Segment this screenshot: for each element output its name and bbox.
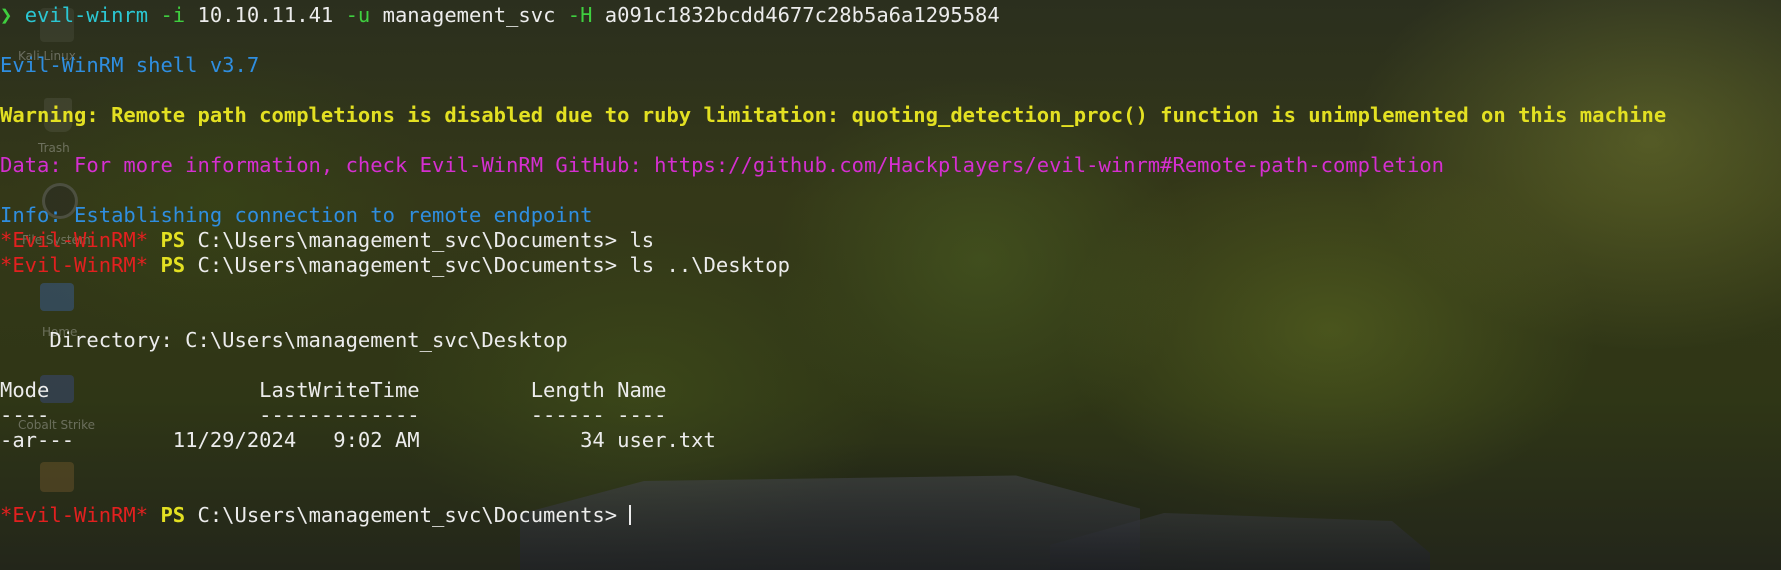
prompt-line: *Evil-WinRM* PS C:\Users\management_svc\…: [0, 253, 1666, 303]
ps-label: PS: [160, 253, 186, 277]
prompt-symbol: ❯: [0, 3, 13, 27]
shell-label: *Evil-WinRM*: [0, 228, 149, 252]
terminal-output: ❯ evil-winrm -i 10.10.11.41 -u managemen…: [0, 3, 1666, 528]
listing-separator: ---- ------------- ------ ----: [0, 403, 667, 427]
command-line: ❯ evil-winrm -i 10.10.11.41 -u managemen…: [0, 3, 1666, 53]
shell-label: *Evil-WinRM*: [0, 503, 149, 527]
info-line: Info: Establishing connection to remote …: [0, 203, 593, 227]
flag-ip: -i: [160, 3, 186, 27]
ps-label: PS: [160, 228, 186, 252]
listing-row: -ar--- 11/29/2024 9:02 AM 34 user.txt: [0, 428, 716, 452]
ntlm-hash: a091c1832bcdd4677c28b5a6a1295584: [604, 3, 1000, 27]
flag-user: -u: [345, 3, 371, 27]
data-line: Data: For more information, check Evil-W…: [0, 153, 1445, 177]
prompt-line: *Evil-WinRM* PS C:\Users\management_svc\…: [0, 228, 1666, 253]
prompt-path: C:\Users\management_svc\Documents>: [197, 253, 618, 277]
ps-label: PS: [160, 503, 186, 527]
text-cursor[interactable]: [629, 505, 632, 525]
active-prompt-line[interactable]: *Evil-WinRM* PS C:\Users\management_svc\…: [0, 503, 1666, 528]
prompt-path: C:\Users\management_svc\Documents>: [197, 228, 618, 252]
shell-label: *Evil-WinRM*: [0, 253, 149, 277]
command-text: ls: [629, 228, 655, 252]
banner-line: Evil-WinRM shell v3.7: [0, 53, 260, 77]
target-ip: 10.10.11.41: [197, 3, 334, 27]
command-text: ls ..\Desktop: [629, 253, 790, 277]
prompt-path: C:\Users\management_svc\Documents>: [197, 503, 618, 527]
flag-hash: -H: [567, 3, 593, 27]
target-user: management_svc: [382, 3, 556, 27]
command-program: evil-winrm: [24, 3, 149, 27]
terminal-window[interactable]: Kali Linux Trash File System Home Cobalt…: [0, 0, 1781, 570]
listing-header: Mode LastWriteTime Length Name: [0, 378, 667, 402]
directory-line: Directory: C:\Users\management_svc\Deskt…: [0, 328, 568, 352]
warning-line: Warning: Remote path completions is disa…: [0, 103, 1667, 127]
